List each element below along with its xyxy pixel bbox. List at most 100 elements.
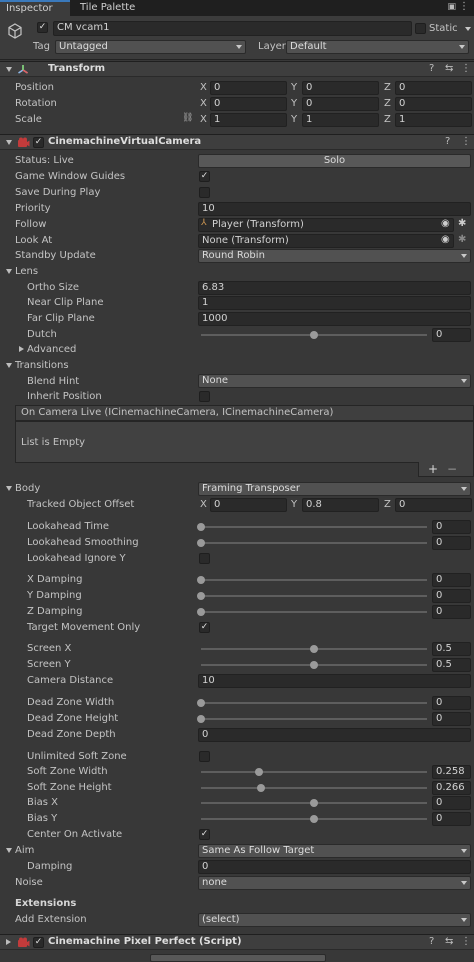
menu-icon[interactable]: ⋮ bbox=[459, 1, 469, 12]
help-icon[interactable]: ? bbox=[445, 135, 450, 149]
lookahead-time-slider-track[interactable] bbox=[201, 526, 427, 528]
dead-zone-width-slider-knob[interactable] bbox=[197, 699, 205, 707]
near-clip-input[interactable]: 1 bbox=[198, 296, 471, 310]
lookahead-smoothing-slider-track[interactable] bbox=[201, 542, 427, 544]
scale-y-input[interactable]: 1 bbox=[302, 113, 379, 127]
dead-zone-depth-input[interactable]: 0 bbox=[198, 728, 471, 742]
object-picker-icon[interactable]: ◉ bbox=[441, 234, 450, 245]
screen-x-slider-knob[interactable] bbox=[310, 645, 318, 653]
dead-zone-height-slider-track[interactable] bbox=[201, 718, 427, 720]
lens-foldout-icon[interactable] bbox=[6, 269, 12, 274]
body-label[interactable]: Body bbox=[15, 482, 40, 496]
bias-y-input[interactable]: 0 bbox=[432, 812, 471, 826]
soft-zone-height-input[interactable]: 0.266 bbox=[432, 781, 471, 795]
dead-zone-height-input[interactable]: 0 bbox=[432, 712, 471, 726]
lock-icon[interactable]: ▣ bbox=[447, 2, 456, 12]
help-icon[interactable]: ? bbox=[429, 62, 434, 76]
lens-label[interactable]: Lens bbox=[15, 265, 38, 279]
x-damping-input[interactable]: 0 bbox=[432, 573, 471, 587]
y-damping-slider-knob[interactable] bbox=[197, 592, 205, 600]
remove-icon[interactable]: − bbox=[447, 462, 457, 476]
transform-header[interactable]: Transform ? ⇆ ⋮ bbox=[0, 61, 474, 77]
z-damping-input[interactable]: 0 bbox=[432, 605, 471, 619]
unlimited-soft-zone-checkbox[interactable] bbox=[199, 751, 210, 762]
gear-icon[interactable]: ✱ bbox=[458, 234, 466, 245]
lookahead-smoothing-input[interactable]: 0 bbox=[432, 536, 471, 550]
link-icon[interactable]: ⛓ bbox=[182, 113, 193, 123]
priority-input[interactable]: 10 bbox=[198, 202, 471, 216]
bias-x-input[interactable]: 0 bbox=[432, 796, 471, 810]
tracked-offset-x-input[interactable]: 0 bbox=[210, 498, 287, 512]
pixel-perfect-header[interactable]: ✓ Cinemachine Pixel Perfect (Script) ? ⇆… bbox=[0, 934, 474, 950]
soft-zone-height-slider-track[interactable] bbox=[201, 787, 427, 789]
screen-y-slider-knob[interactable] bbox=[310, 661, 318, 669]
help-icon[interactable]: ? bbox=[429, 935, 434, 949]
standby-update-dropdown[interactable]: Round Robin bbox=[198, 249, 471, 263]
foldout-arrow-icon[interactable] bbox=[6, 939, 11, 945]
far-clip-input[interactable]: 1000 bbox=[198, 312, 471, 326]
body-dropdown[interactable]: Framing Transposer bbox=[198, 482, 471, 496]
aim-label[interactable]: Aim bbox=[15, 844, 34, 858]
save-during-play-checkbox[interactable] bbox=[199, 187, 210, 198]
solo-button[interactable]: Solo bbox=[198, 154, 471, 168]
follow-object-field[interactable]: Player (Transform) bbox=[198, 218, 454, 232]
presets-icon[interactable]: ⇆ bbox=[445, 62, 453, 76]
add-icon[interactable]: + bbox=[428, 462, 438, 476]
noise-dropdown[interactable]: none bbox=[198, 876, 471, 890]
gear-icon[interactable]: ✱ bbox=[458, 218, 466, 229]
soft-zone-width-slider-knob[interactable] bbox=[255, 768, 264, 776]
z-damping-slider-knob[interactable] bbox=[197, 608, 205, 616]
dutch-input[interactable]: 0 bbox=[432, 328, 471, 342]
layer-dropdown[interactable]: Default bbox=[286, 40, 469, 54]
center-on-activate-checkbox[interactable]: ✓ bbox=[199, 829, 210, 840]
add-extension-dropdown[interactable]: (select) bbox=[198, 913, 471, 927]
z-damping-slider-track[interactable] bbox=[201, 611, 427, 613]
lookahead-time-input[interactable]: 0 bbox=[432, 520, 471, 534]
lookahead-time-slider-knob[interactable] bbox=[197, 523, 205, 531]
pixel-perfect-enabled-checkbox[interactable]: ✓ bbox=[33, 937, 44, 948]
tab-tile-palette[interactable]: Tile Palette bbox=[74, 0, 144, 16]
bias-x-slider-knob[interactable] bbox=[310, 799, 318, 807]
target-movement-only-checkbox[interactable]: ✓ bbox=[199, 622, 210, 633]
context-menu-icon[interactable]: ⋮ bbox=[461, 935, 471, 949]
position-z-input[interactable]: 0 bbox=[395, 81, 472, 95]
foldout-arrow-icon[interactable] bbox=[6, 140, 12, 145]
static-dropdown-arrow-icon[interactable] bbox=[465, 27, 471, 31]
soft-zone-height-slider-knob[interactable] bbox=[257, 784, 266, 792]
soft-zone-width-input[interactable]: 0.258 bbox=[432, 765, 471, 779]
aim-damping-input[interactable]: 0 bbox=[198, 860, 471, 874]
ortho-size-input[interactable]: 6.83 bbox=[198, 281, 471, 295]
blend-hint-dropdown[interactable]: None bbox=[198, 374, 471, 388]
object-picker-icon[interactable]: ◉ bbox=[441, 218, 450, 229]
scale-z-input[interactable]: 1 bbox=[395, 113, 472, 127]
presets-icon[interactable]: ⇆ bbox=[445, 935, 453, 949]
lookahead-ignore-y-checkbox[interactable] bbox=[199, 553, 210, 564]
advanced-label[interactable]: Advanced bbox=[27, 343, 76, 357]
add-component-button[interactable] bbox=[150, 954, 326, 962]
tag-dropdown[interactable]: Untagged bbox=[55, 40, 246, 54]
context-menu-icon[interactable]: ⋮ bbox=[461, 62, 471, 76]
inherit-position-checkbox[interactable] bbox=[199, 391, 210, 402]
aim-foldout-icon[interactable] bbox=[6, 848, 12, 853]
screen-y-input[interactable]: 0.5 bbox=[432, 658, 471, 672]
rotation-x-input[interactable]: 0 bbox=[210, 97, 287, 111]
vcam-header[interactable]: ✓ CinemachineVirtualCamera ? ⋮ bbox=[0, 134, 474, 150]
scale-x-input[interactable]: 1 bbox=[210, 113, 287, 127]
position-x-input[interactable]: 0 bbox=[210, 81, 287, 95]
game-window-guides-checkbox[interactable]: ✓ bbox=[199, 171, 210, 182]
static-checkbox[interactable] bbox=[415, 23, 426, 34]
transitions-label[interactable]: Transitions bbox=[15, 359, 69, 373]
gameobject-name-input[interactable]: CM vcam1 bbox=[53, 21, 412, 36]
look-at-object-field[interactable]: None (Transform) bbox=[198, 234, 454, 248]
advanced-foldout-icon[interactable] bbox=[19, 346, 24, 352]
rotation-y-input[interactable]: 0 bbox=[302, 97, 379, 111]
y-damping-input[interactable]: 0 bbox=[432, 589, 471, 603]
soft-zone-width-slider-track[interactable] bbox=[201, 771, 427, 773]
x-damping-slider-knob[interactable] bbox=[197, 576, 205, 584]
tracked-offset-y-input[interactable]: 0.8 bbox=[302, 498, 379, 512]
transitions-foldout-icon[interactable] bbox=[6, 363, 12, 368]
context-menu-icon[interactable]: ⋮ bbox=[461, 135, 471, 149]
lookahead-smoothing-slider-knob[interactable] bbox=[197, 539, 205, 547]
rotation-z-input[interactable]: 0 bbox=[395, 97, 472, 111]
position-y-input[interactable]: 0 bbox=[302, 81, 379, 95]
